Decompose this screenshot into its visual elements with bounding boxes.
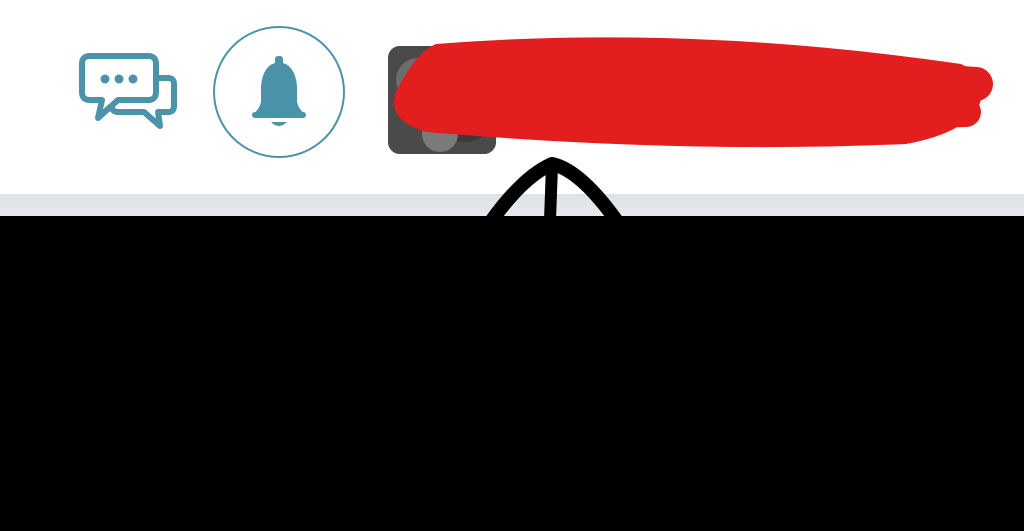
app-window	[0, 0, 1024, 531]
notifications-button[interactable]	[213, 26, 345, 158]
redaction-scribble	[394, 37, 993, 148]
main-content-area	[0, 216, 1024, 531]
messages-button[interactable]	[78, 50, 178, 134]
bell-icon	[252, 56, 306, 126]
chat-bubbles-icon	[79, 53, 177, 129]
user-menu[interactable]	[386, 22, 996, 162]
chevron-up-icon[interactable]	[484, 152, 624, 222]
